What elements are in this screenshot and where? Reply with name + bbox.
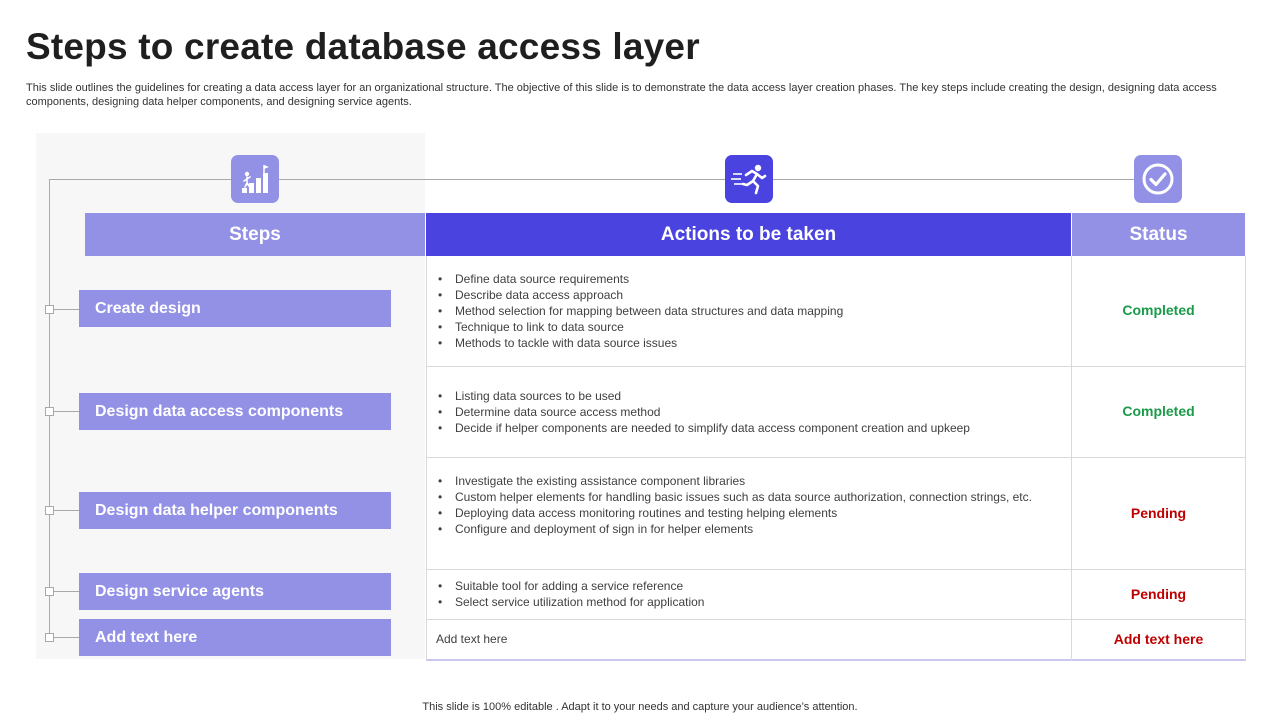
connector-node (45, 587, 54, 596)
status-badge: Add text here (1113, 631, 1204, 647)
action-placeholder-text: Add text here (436, 632, 508, 646)
header-actions: Actions to be taken (426, 213, 1071, 256)
status-badge: Pending (1130, 505, 1187, 521)
row-divider (426, 619, 1246, 620)
actions-list: Define data source requirements Describe… (436, 271, 1036, 351)
running-person-icon (725, 155, 773, 203)
list-item: Select service utilization method for ap… (436, 594, 1036, 610)
connector-node (45, 506, 54, 515)
actions-list: Listing data sources to be used Determin… (436, 388, 1036, 436)
list-item: Suitable tool for adding a service refer… (436, 578, 1036, 594)
connector-horizontal (49, 179, 1160, 180)
list-item: Methods to tackle with data source issue… (436, 335, 1036, 351)
step-design-data-access-components: Design data access components (79, 393, 391, 430)
actions-list: Suitable tool for adding a service refer… (436, 578, 1036, 610)
row-divider (426, 366, 1246, 367)
checkmark-circle-icon (1134, 155, 1182, 203)
list-item: Deploying data access monitoring routine… (436, 505, 1036, 521)
list-item: Technique to link to data source (436, 319, 1036, 335)
status-badge: Pending (1130, 586, 1187, 602)
row-divider (426, 457, 1246, 458)
page-title: Steps to create database access layer (26, 26, 700, 67)
list-item: Listing data sources to be used (436, 388, 1036, 404)
actions-list: Investigate the existing assistance comp… (436, 473, 1036, 537)
footer-note: This slide is 100% editable . Adapt it t… (422, 701, 858, 713)
list-item: Define data source requirements (436, 271, 1036, 287)
status-badge: Completed (1122, 302, 1195, 318)
connector-node (45, 407, 54, 416)
step-add-text: Add text here (79, 619, 391, 656)
list-item: Investigate the existing assistance comp… (436, 473, 1036, 489)
step-design-service-agents: Design service agents (79, 573, 391, 610)
connector-node (45, 633, 54, 642)
connector-node (45, 305, 54, 314)
list-item: Custom helper elements for handling basi… (436, 489, 1036, 505)
list-item: Method selection for mapping between dat… (436, 303, 1036, 319)
step-design-data-helper-components: Design data helper components (79, 492, 391, 529)
list-item: Determine data source access method (436, 404, 1036, 420)
header-steps: Steps (85, 213, 425, 256)
list-item: Describe data access approach (436, 287, 1036, 303)
step-create-design: Create design (79, 290, 391, 327)
header-status: Status (1072, 213, 1245, 256)
page-subtitle: This slide outlines the guidelines for c… (26, 82, 1217, 108)
stairs-progress-icon (231, 155, 279, 203)
row-divider (426, 569, 1246, 570)
list-item: Decide if helper components are needed t… (436, 420, 1036, 436)
status-badge: Completed (1122, 403, 1195, 419)
list-item: Configure and deployment of sign in for … (436, 521, 1036, 537)
